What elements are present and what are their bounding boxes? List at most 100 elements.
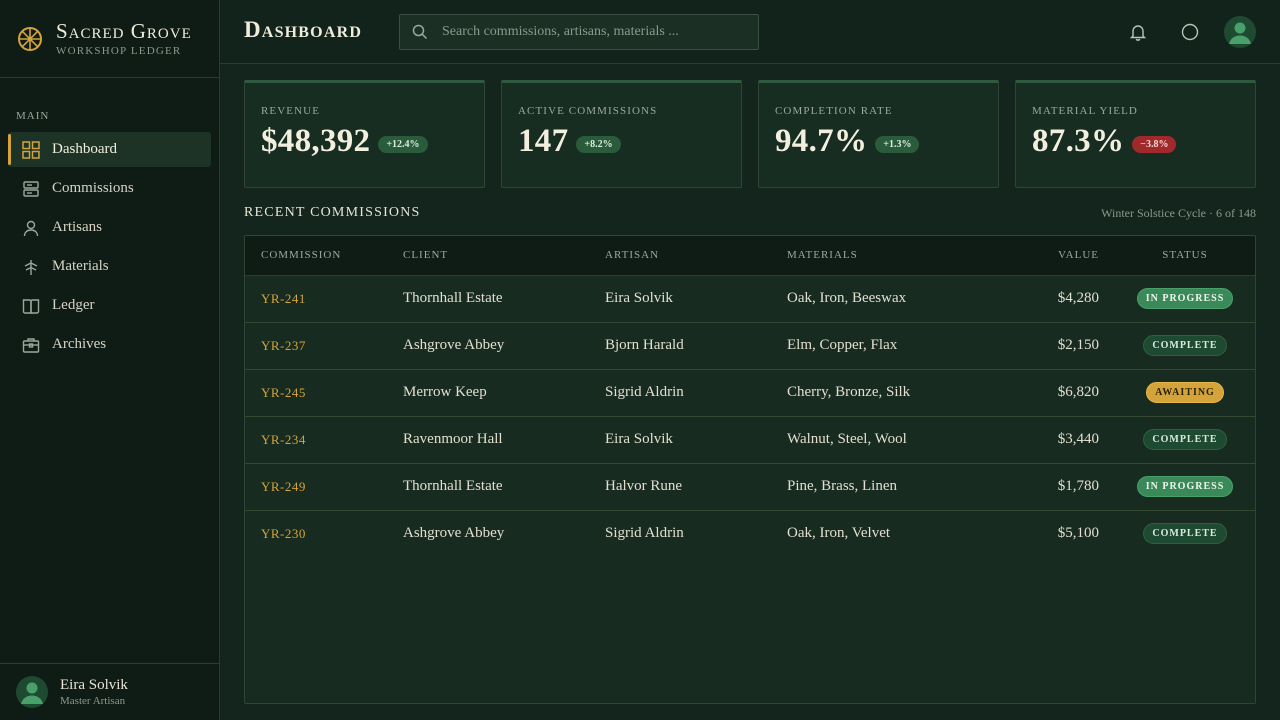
sidebar-item-artisans[interactable]: Artisans xyxy=(8,210,211,245)
value-cell: $3,440 xyxy=(1057,431,1099,447)
stat-label: Active Commissions xyxy=(518,105,658,117)
scroll-icon xyxy=(23,180,39,197)
page-title: Dashboard xyxy=(244,17,363,42)
column-header[interactable]: Commission xyxy=(245,236,403,275)
table-row[interactable]: YR-241 Thornhall Estate Eira Solvik Oak,… xyxy=(245,275,1255,322)
table-row[interactable]: YR-230 Ashgrove Abbey Sigrid Aldrin Oak,… xyxy=(245,510,1255,557)
materials-cell: Pine, Brass, Linen xyxy=(787,478,897,494)
user-name: Eira Solvik xyxy=(60,677,128,693)
status-badge: Complete xyxy=(1143,523,1227,545)
commission-id[interactable]: YR-249 xyxy=(245,463,403,510)
commission-id[interactable]: YR-234 xyxy=(245,416,403,463)
book-icon xyxy=(22,298,40,314)
artisan-cell: Eira Solvik xyxy=(605,290,673,306)
table-row[interactable]: YR-249 Thornhall Estate Halvor Rune Pine… xyxy=(245,463,1255,510)
nav-section-label: Main xyxy=(16,110,50,122)
stat-card-completion-rate[interactable]: Completion Rate 94.7% +1.3% xyxy=(758,80,999,188)
materials-cell: Oak, Iron, Velvet xyxy=(787,525,891,542)
sidebar-item-commissions[interactable]: Commissions xyxy=(8,171,211,206)
info-icon[interactable] xyxy=(1180,22,1200,42)
value-cell: $5,100 xyxy=(1057,525,1099,542)
stat-card-revenue[interactable]: Revenue $48,392 +12.4% xyxy=(244,80,485,188)
user-profile[interactable]: Eira Solvik Master Artisan xyxy=(0,663,220,720)
sidebar-item-ledger[interactable]: Ledger xyxy=(8,288,211,323)
column-header[interactable]: Value xyxy=(987,236,1099,275)
sidebar-item-label: Dashboard xyxy=(52,141,117,157)
artisan-cell: Eira Solvik xyxy=(605,431,673,447)
stat-card-active-commissions[interactable]: Active Commissions 147 +8.2% xyxy=(501,80,742,188)
section-meta: Winter Solstice Cycle · 6 of 148 xyxy=(1101,206,1256,220)
sidebar-item-label: Archives xyxy=(52,336,107,352)
client-cell: Thornhall Estate xyxy=(403,290,503,306)
materials-cell: Oak, Iron, Beeswax xyxy=(787,290,907,306)
topbar: Dashboard xyxy=(220,0,1280,64)
stat-card-material-yield[interactable]: Material Yield 87.3% −3.8% xyxy=(1015,80,1256,188)
stat-delta: +12.4% xyxy=(378,136,428,153)
search-icon xyxy=(412,24,428,40)
stat-label: Completion Rate xyxy=(775,105,893,117)
sidebar-item-archives[interactable]: Archives xyxy=(8,327,211,362)
brand-name: Sacred Grove xyxy=(56,19,192,43)
commissions-table: Commission Client Artisan Materials Valu… xyxy=(244,235,1256,704)
commission-id[interactable]: YR-237 xyxy=(245,322,403,369)
stat-delta: +8.2% xyxy=(576,136,621,153)
stat-delta: −3.8% xyxy=(1132,136,1177,153)
stat-label: Revenue xyxy=(261,105,321,117)
stat-value: 94.7% xyxy=(775,123,868,159)
status-badge: Complete xyxy=(1143,429,1227,450)
status-badge: In Progress xyxy=(1136,476,1234,497)
status-badge: Complete xyxy=(1143,335,1227,356)
artisan-cell: Halvor Rune xyxy=(605,478,683,494)
person-icon xyxy=(23,220,39,236)
sidebar-item-materials[interactable]: Materials xyxy=(8,249,211,284)
commission-id[interactable]: YR-230 xyxy=(245,510,403,557)
artisan-cell: Bjorn Harald xyxy=(605,337,684,353)
commission-id[interactable]: YR-241 xyxy=(245,275,403,322)
column-header[interactable]: Status xyxy=(1099,236,1255,275)
sidebar-item-dashboard[interactable]: Dashboard xyxy=(8,132,211,167)
artisan-cell: Sigrid Aldrin xyxy=(605,525,684,542)
value-cell: $1,780 xyxy=(1057,478,1099,494)
brand[interactable]: Sacred Grove Workshop Ledger xyxy=(0,0,219,78)
tree-icon xyxy=(24,259,38,275)
client-cell: Ashgrove Abbey xyxy=(403,525,505,542)
brand-subtitle: Workshop Ledger xyxy=(56,45,182,57)
client-cell: Ashgrove Abbey xyxy=(403,337,505,353)
client-cell: Ravenmoor Hall xyxy=(403,431,503,447)
avatar xyxy=(16,676,48,708)
column-header[interactable]: Materials xyxy=(787,236,987,275)
table-row[interactable]: YR-245 Merrow Keep Sigrid Aldrin Cherry,… xyxy=(245,369,1255,416)
column-header[interactable]: Client xyxy=(403,236,605,275)
status-badge: Awaiting xyxy=(1146,382,1224,403)
client-cell: Thornhall Estate xyxy=(403,478,503,494)
sidebar-item-label: Materials xyxy=(52,258,109,274)
materials-cell: Walnut, Steel, Wool xyxy=(787,431,907,447)
materials-cell: Cherry, Bronze, Silk xyxy=(787,384,911,400)
sidebar-item-label: Artisans xyxy=(52,219,102,235)
table-row[interactable]: YR-234 Ravenmoor Hall Eira Solvik Walnut… xyxy=(245,416,1255,463)
chest-icon xyxy=(22,337,40,353)
grid-icon xyxy=(22,140,40,159)
avatar[interactable] xyxy=(1224,16,1256,48)
commission-id[interactable]: YR-245 xyxy=(245,369,403,416)
user-role: Master Artisan xyxy=(60,695,126,707)
sidebar: Sacred Grove Workshop Ledger Main Dashbo… xyxy=(0,0,220,720)
status-badge: In Progress xyxy=(1136,288,1234,309)
search-input[interactable] xyxy=(442,24,742,40)
sidebar-item-label: Commissions xyxy=(52,180,134,196)
client-cell: Merrow Keep xyxy=(403,384,487,400)
stat-value: 147 xyxy=(518,123,569,159)
stat-delta: +1.3% xyxy=(875,136,920,153)
section-title: Recent Commissions xyxy=(244,205,421,220)
artisan-cell: Sigrid Aldrin xyxy=(605,384,684,400)
stat-label: Material Yield xyxy=(1032,105,1138,117)
value-cell: $2,150 xyxy=(1057,337,1099,353)
search-bar[interactable] xyxy=(399,14,759,50)
table-row[interactable]: YR-237 Ashgrove Abbey Bjorn Harald Elm, … xyxy=(245,322,1255,369)
column-header[interactable]: Artisan xyxy=(605,236,787,275)
value-cell: $6,820 xyxy=(1057,384,1099,400)
materials-cell: Elm, Copper, Flax xyxy=(787,337,898,353)
bell-icon[interactable] xyxy=(1128,22,1148,42)
table-header-row: Commission Client Artisan Materials Valu… xyxy=(245,236,1255,275)
sun-wheel-icon xyxy=(18,26,42,51)
